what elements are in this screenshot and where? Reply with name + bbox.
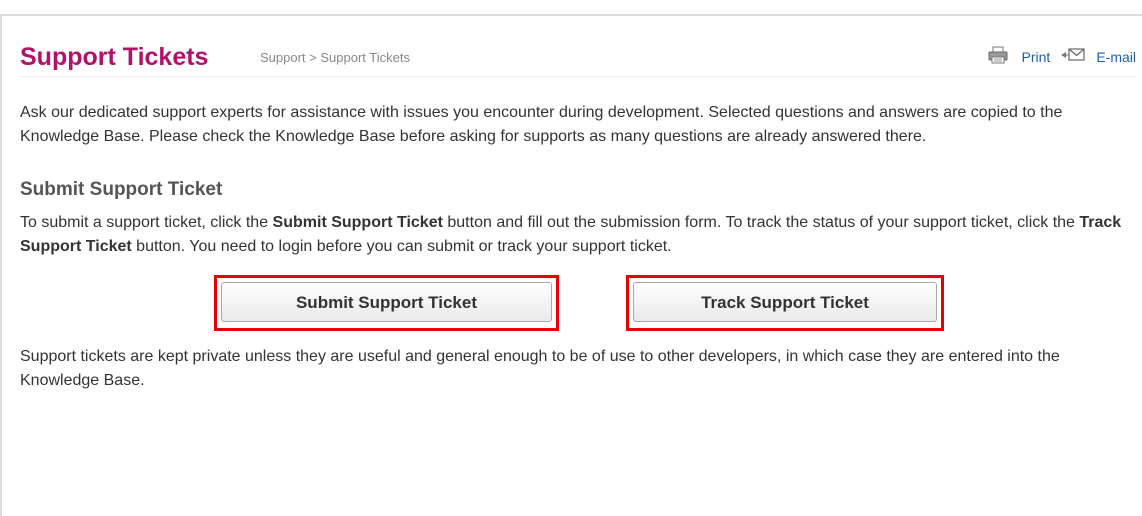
breadcrumb-item-support[interactable]: Support xyxy=(260,50,306,65)
printer-icon[interactable] xyxy=(988,46,1008,68)
page-title: Support Tickets xyxy=(20,43,209,71)
breadcrumb-item-support-tickets: Support Tickets xyxy=(320,50,410,65)
page-tools: Print E-mail xyxy=(988,46,1136,68)
instructions-text: To submit a support ticket, click the xyxy=(20,214,273,231)
track-support-ticket-button[interactable]: Track Support Ticket xyxy=(633,282,937,322)
envelope-icon[interactable] xyxy=(1060,46,1086,68)
track-button-highlight: Track Support Ticket xyxy=(626,275,944,331)
intro-paragraph: Ask our dedicated support experts for as… xyxy=(20,104,1063,145)
instructions-paragraph: To submit a support ticket, click the Su… xyxy=(20,211,1132,259)
page-header: Support Tickets Support > Support Ticket… xyxy=(20,40,1136,77)
instructions-text: button. You need to login before you can… xyxy=(131,238,672,255)
page-frame: Support Tickets Support > Support Ticket… xyxy=(0,14,1142,516)
section-title: Submit Support Ticket xyxy=(20,179,223,200)
print-link[interactable]: Print xyxy=(1022,48,1051,66)
submit-button-highlight: Submit Support Ticket xyxy=(214,275,559,331)
instructions-text: button and fill out the submission form.… xyxy=(442,214,1080,231)
instructions-bold-submit: Submit Support Ticket xyxy=(272,214,443,231)
breadcrumb: Support > Support Tickets xyxy=(260,50,410,66)
submit-support-ticket-button[interactable]: Submit Support Ticket xyxy=(221,282,552,322)
button-row: Submit Support Ticket Track Support Tick… xyxy=(20,275,1136,339)
breadcrumb-separator: > xyxy=(309,50,317,65)
email-link[interactable]: E-mail xyxy=(1096,48,1136,66)
main-content: Support Tickets Support > Support Ticket… xyxy=(20,40,1136,393)
privacy-note: Support tickets are kept private unless … xyxy=(20,348,1060,389)
